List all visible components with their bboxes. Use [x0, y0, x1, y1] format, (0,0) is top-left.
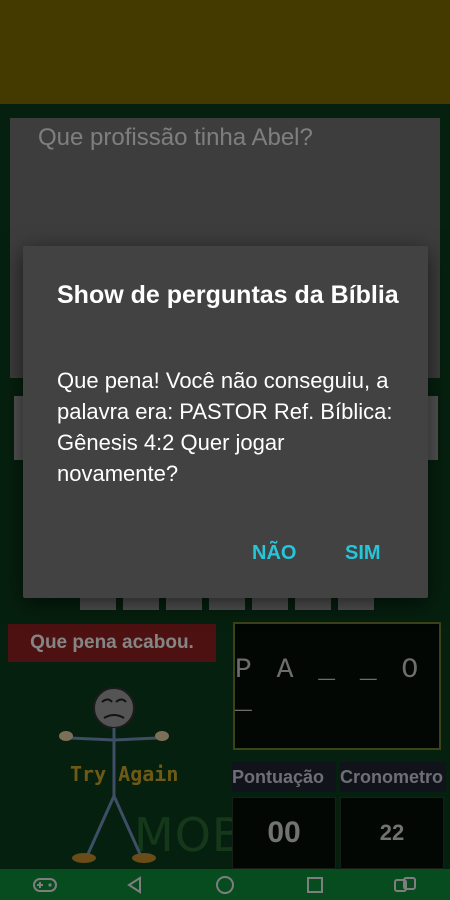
dialog-message: Que pena! Você não conseguiu, a palavra …	[57, 368, 393, 486]
no-button[interactable]: NÃO	[252, 542, 296, 565]
dialog-title: Show de perguntas da Bíblia	[57, 281, 399, 309]
yes-button[interactable]: SIM	[345, 542, 381, 565]
alert-dialog: Show de perguntas da Bíblia Que pena! Vo…	[23, 246, 428, 598]
